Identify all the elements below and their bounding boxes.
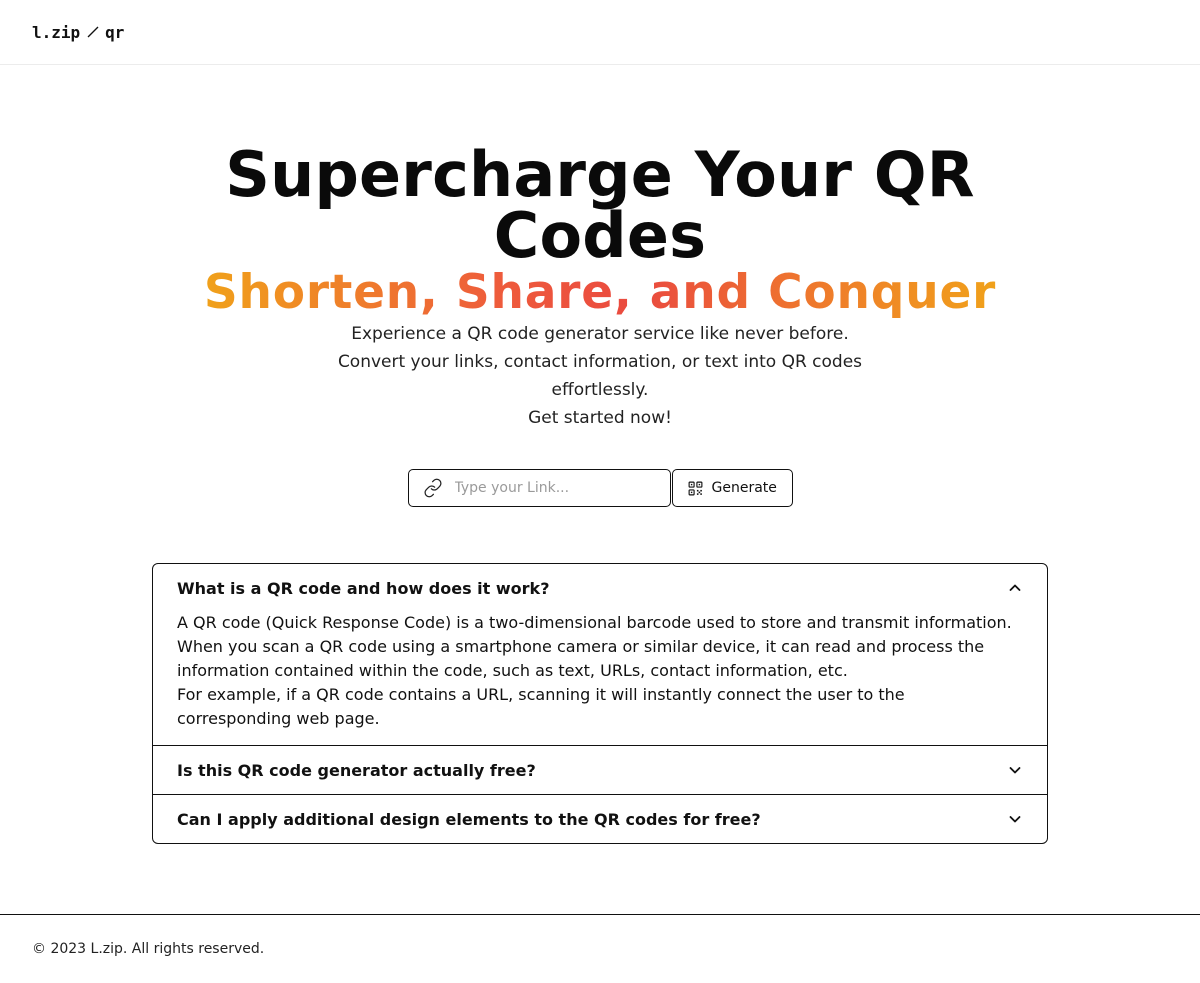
chevron-down-icon: [1009, 816, 1021, 823]
faq-question-toggle[interactable]: What is a QR code and how does it work?: [153, 564, 1047, 612]
qr-form: Generate: [0, 469, 1200, 507]
faq-answer: A QR code (Quick Response Code) is a two…: [153, 611, 1047, 745]
faq-answer-paragraph: A QR code (Quick Response Code) is a two…: [177, 613, 1012, 680]
chevron-down-icon: [1009, 767, 1021, 774]
brand-page-link[interactable]: qr: [105, 23, 124, 42]
breadcrumb: l.zip qr: [32, 23, 124, 42]
site-header: l.zip qr: [0, 0, 1200, 65]
qr-code-icon: [688, 481, 702, 495]
faq-accordion: What is a QR code and how does it work? …: [152, 563, 1048, 844]
hero-description: Experience a QR code generator service l…: [300, 320, 900, 432]
generate-button[interactable]: Generate: [671, 469, 793, 507]
copyright-text: © 2023 L.zip. All rights reserved.: [32, 941, 265, 957]
faq-question: Is this QR code generator actually free?: [177, 760, 536, 780]
link-input-wrapper[interactable]: [407, 469, 671, 507]
description-line: Experience a QR code generator service l…: [351, 324, 849, 344]
faq-item: Is this QR code generator actually free?: [153, 745, 1047, 794]
faq-item: Can I apply additional design elements t…: [153, 794, 1047, 843]
link-icon: [423, 478, 442, 498]
generate-button-label: Generate: [711, 480, 777, 496]
description-line: Get started now!: [528, 408, 672, 428]
description-line: Convert your links, contact information,…: [337, 352, 863, 400]
faq-question: What is a QR code and how does it work?: [177, 578, 550, 598]
page-subtitle: Shorten, Share, and Conquer: [203, 265, 997, 320]
brand-home-link[interactable]: l.zip: [32, 23, 80, 42]
site-footer: © 2023 L.zip. All rights reserved.: [0, 914, 1200, 983]
faq-question-toggle[interactable]: Is this QR code generator actually free?: [153, 746, 1047, 794]
faq-item: What is a QR code and how does it work? …: [153, 564, 1047, 745]
faq-question-toggle[interactable]: Can I apply additional design elements t…: [153, 795, 1047, 843]
link-input[interactable]: [454, 480, 655, 496]
slash-icon: [87, 26, 99, 38]
hero-section: Supercharge Your QR Codes Shorten, Share…: [0, 65, 1200, 844]
chevron-up-icon: [1009, 584, 1021, 591]
faq-answer-paragraph: For example, if a QR code contains a URL…: [177, 685, 905, 728]
page-title: Supercharge Your QR Codes: [225, 138, 975, 272]
faq-question: Can I apply additional design elements t…: [177, 809, 761, 829]
